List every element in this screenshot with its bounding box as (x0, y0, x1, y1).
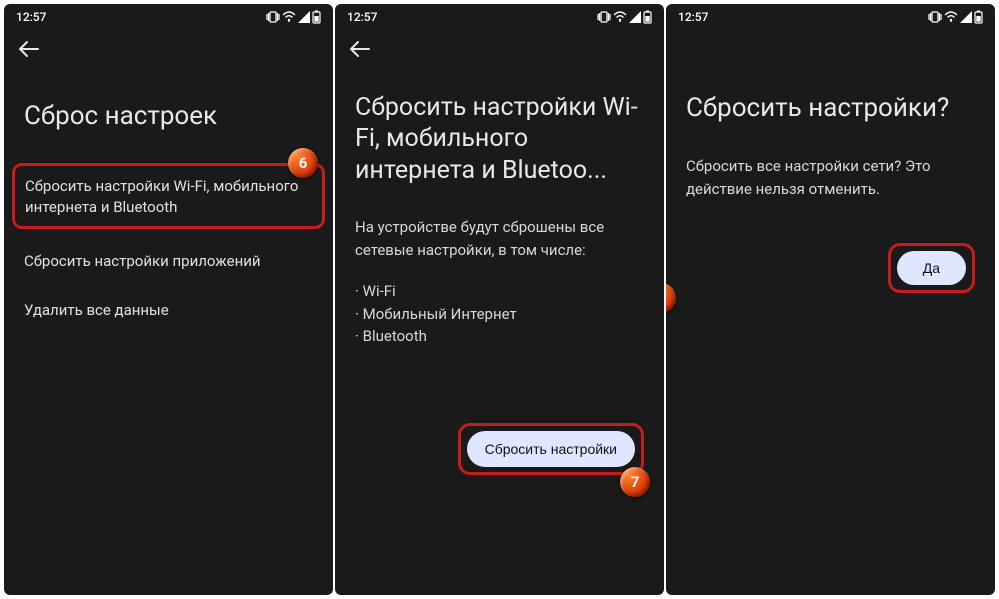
battery-icon (643, 10, 652, 24)
phone-screen-1: 12:57 Сброс настроек Сбросить настройки … (4, 4, 333, 595)
bullet-bluetooth: · Bluetooth (355, 325, 644, 348)
arrow-left-icon (349, 40, 371, 58)
status-icons (266, 10, 321, 24)
reset-settings-button[interactable]: Сбросить настройки (467, 431, 635, 467)
option-reset-network[interactable]: Сбросить настройки Wi-Fi, мобильного инт… (25, 174, 312, 220)
highlighted-option: Сбросить настройки Wi-Fi, мобильного инт… (12, 163, 325, 229)
bullet-wifi: · Wi-Fi (355, 280, 644, 303)
option-erase-all[interactable]: Удалить все данные (24, 290, 313, 339)
button-row: Да 8 (686, 243, 975, 293)
status-bar: 12:57 (4, 4, 333, 28)
wifi-icon (282, 11, 296, 23)
reset-description: На устройстве будут сброшены все сетевые… (355, 216, 644, 263)
status-time: 12:57 (16, 10, 46, 24)
phone-screen-2: 12:57 Сбросить настройки Wi-Fi, мобильно… (335, 4, 664, 595)
page-title: Сбросить настройки? (686, 92, 975, 125)
battery-icon (974, 10, 983, 24)
reset-bullets: · Wi-Fi · Мобильный Интернет · Bluetooth (355, 280, 644, 348)
option-reset-apps[interactable]: Сбросить настройки приложений (24, 241, 313, 290)
phone-screen-3: 12:57 Сбросить настройки? Сбросить все н… (666, 4, 995, 595)
signal-icon (629, 11, 641, 23)
highlighted-button: Да (888, 243, 975, 293)
battery-icon (312, 10, 321, 24)
vibrate-icon (928, 11, 942, 23)
step-badge-8: 8 (666, 283, 676, 313)
back-button[interactable] (335, 28, 664, 64)
bullet-mobile: · Мобильный Интернет (355, 303, 644, 326)
signal-icon (960, 11, 972, 23)
page-title: Сбросить настройки Wi-Fi, мобильного инт… (355, 92, 644, 186)
status-icons (597, 10, 652, 24)
step-badge-7: 7 (620, 467, 650, 497)
step-badge-6: 6 (288, 148, 318, 178)
confirm-description: Сбросить все настройки сети? Это действи… (686, 155, 975, 202)
status-time: 12:57 (678, 10, 708, 24)
signal-icon (298, 11, 310, 23)
wifi-icon (613, 11, 627, 23)
button-row: Сбросить настройки 7 (355, 423, 644, 475)
page-title: Сброс настроек (24, 100, 313, 133)
status-icons (928, 10, 983, 24)
confirm-yes-button[interactable]: Да (897, 251, 966, 285)
wifi-icon (944, 11, 958, 23)
back-button[interactable] (4, 28, 333, 64)
arrow-left-icon (18, 40, 40, 58)
status-time: 12:57 (347, 10, 377, 24)
vibrate-icon (266, 11, 280, 23)
vibrate-icon (597, 11, 611, 23)
status-bar: 12:57 (666, 4, 995, 28)
highlighted-button: Сбросить настройки (458, 423, 644, 475)
status-bar: 12:57 (335, 4, 664, 28)
